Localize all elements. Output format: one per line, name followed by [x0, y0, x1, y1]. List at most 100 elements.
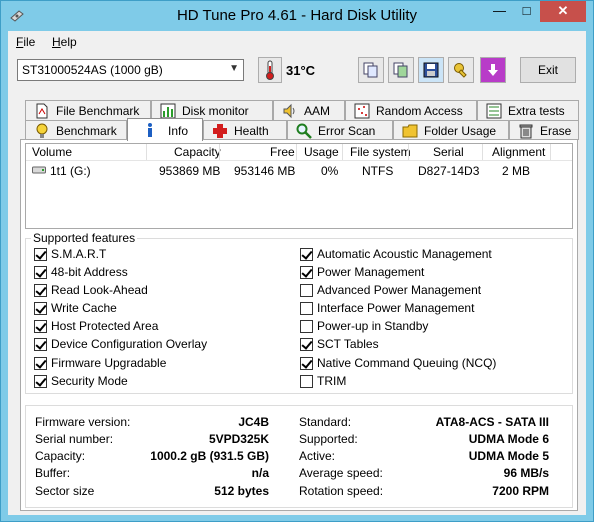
- capacity-label: Capacity:: [35, 449, 86, 463]
- client-area: File Help ST31000524AS (1000 gB) ▼ 31°C: [8, 31, 586, 515]
- copy-text-button[interactable]: [358, 57, 384, 83]
- close-button[interactable]: ✕: [540, 1, 586, 22]
- checkbox[interactable]: [300, 302, 313, 315]
- menu-bar: File Help: [8, 31, 586, 53]
- tab-label: Info: [168, 124, 189, 138]
- checkbox[interactable]: [300, 320, 313, 333]
- column-separator: [482, 144, 483, 160]
- checkbox[interactable]: [300, 375, 313, 388]
- copy-screenshot-button[interactable]: [388, 57, 414, 83]
- column-separator: [550, 144, 551, 160]
- column-capacity[interactable]: Capacity: [174, 145, 221, 159]
- chevron-down-icon: ▼: [229, 63, 239, 74]
- serial-number-label: Serial number:: [35, 432, 114, 446]
- volume-free: 953146 MB: [234, 164, 296, 178]
- volume-file-system: NTFS: [362, 164, 394, 178]
- supported-features-group: Supported features S.M.A.R.T 48-bit Addr…: [25, 231, 573, 394]
- maximize-button[interactable]: □: [513, 1, 540, 22]
- checkbox[interactable]: [34, 357, 47, 370]
- tab-error-scan[interactable]: Error Scan: [287, 120, 393, 140]
- checkbox[interactable]: [34, 375, 47, 388]
- tab-disk-monitor[interactable]: Disk monitor: [151, 100, 273, 120]
- health-cross-icon: [213, 124, 227, 138]
- tab-random-access[interactable]: Random Access: [345, 100, 477, 120]
- checkbox[interactable]: [34, 266, 47, 279]
- checkbox[interactable]: [300, 266, 313, 279]
- column-separator: [296, 144, 297, 160]
- feature-label: Interface Power Management: [317, 301, 475, 315]
- feature-label: Firmware Upgradable: [51, 356, 167, 370]
- buffer-value: n/a: [251, 466, 269, 480]
- volume-row[interactable]: 1t1 (G:) 953869 MB 953146 MB 0% NTFS D82…: [26, 162, 572, 180]
- supported-label: Supported:: [299, 432, 358, 446]
- menu-help[interactable]: Help: [52, 35, 77, 49]
- supported-value: UDMA Mode 6: [468, 432, 549, 446]
- download-button[interactable]: [480, 57, 506, 83]
- tab-label: Extra tests: [508, 104, 565, 118]
- info-panel: Volume Capacity Free Usage File system S…: [20, 139, 578, 511]
- feature-label: Power Management: [317, 265, 425, 279]
- tab-extra-tests[interactable]: Extra tests: [477, 100, 579, 120]
- toolbar: ST31000524AS (1000 gB) ▼ 31°C Exit: [8, 55, 586, 89]
- checkbox[interactable]: [300, 338, 313, 351]
- checkbox[interactable]: [34, 338, 47, 351]
- tab-erase[interactable]: Erase: [509, 120, 579, 140]
- checkbox[interactable]: [300, 284, 313, 297]
- checkbox[interactable]: [34, 302, 47, 315]
- feature-label: Host Protected Area: [51, 319, 159, 333]
- average-speed-label: Average speed:: [299, 466, 383, 480]
- column-file-system[interactable]: File system: [350, 145, 411, 159]
- feature-label: 48-bit Address: [51, 265, 128, 279]
- save-button[interactable]: [418, 57, 444, 83]
- title-bar[interactable]: HD Tune Pro 4.61 - Hard Disk Utility — □…: [1, 1, 593, 31]
- feature-label: SCT Tables: [317, 337, 379, 351]
- feature-label: Advanced Power Management: [317, 283, 482, 297]
- column-separator: [342, 144, 343, 160]
- column-alignment[interactable]: Alignment: [492, 145, 545, 159]
- standard-value: ATA8-ACS - SATA III: [435, 415, 549, 429]
- tab-folder-usage[interactable]: Folder Usage: [393, 120, 509, 140]
- drive-select[interactable]: ST31000524AS (1000 gB) ▼: [17, 59, 244, 81]
- menu-help-label: elp: [60, 35, 77, 49]
- column-serial[interactable]: Serial: [433, 145, 464, 159]
- down-arrow-icon: [488, 64, 498, 76]
- rotation-speed-label: Rotation speed:: [299, 484, 384, 498]
- file-benchmark-icon: [36, 103, 48, 119]
- drive-info-group: Firmware version: JC4B Serial number: 5V…: [25, 405, 573, 508]
- tab-info[interactable]: Info: [127, 118, 203, 141]
- tab-file-benchmark[interactable]: File Benchmark: [25, 100, 151, 120]
- trash-icon: [519, 124, 533, 139]
- random-access-icon: [354, 103, 370, 119]
- feature-label: Automatic Acoustic Management: [317, 247, 492, 261]
- tab-label: Benchmark: [56, 124, 117, 138]
- temperature-button[interactable]: [258, 57, 282, 83]
- menu-file[interactable]: File: [16, 35, 35, 49]
- column-separator: [146, 144, 147, 160]
- exit-button[interactable]: Exit: [520, 57, 576, 83]
- volume-capacity: 953869 MB: [159, 164, 221, 178]
- volume-name: 1t1 (G:): [50, 164, 91, 178]
- feature-label: TRIM: [317, 374, 347, 388]
- feature-label: Write Cache: [51, 301, 117, 315]
- options-button[interactable]: [448, 57, 474, 83]
- feature-label: S.M.A.R.T: [51, 247, 107, 261]
- magnifier-icon: [296, 123, 312, 139]
- active-value: UDMA Mode 5: [468, 449, 549, 463]
- column-free[interactable]: Free: [270, 145, 295, 159]
- buffer-label: Buffer:: [35, 466, 71, 480]
- checkbox[interactable]: [300, 357, 313, 370]
- column-usage[interactable]: Usage: [304, 145, 339, 159]
- volume-list[interactable]: Volume Capacity Free Usage File system S…: [25, 143, 573, 229]
- checkbox[interactable]: [34, 320, 47, 333]
- feature-label: Device Configuration Overlay: [51, 337, 208, 351]
- checkbox[interactable]: [300, 248, 313, 261]
- minimize-button[interactable]: —: [486, 1, 513, 22]
- tab-label: Erase: [540, 124, 572, 138]
- tab-benchmark[interactable]: Benchmark: [25, 120, 127, 140]
- drive-select-value: ST31000524AS (1000 gB): [22, 63, 163, 77]
- column-volume[interactable]: Volume: [32, 145, 72, 159]
- checkbox[interactable]: [34, 284, 47, 297]
- checkbox[interactable]: [34, 248, 47, 261]
- tab-aam[interactable]: AAM: [273, 100, 345, 120]
- tab-health[interactable]: Health: [203, 120, 287, 140]
